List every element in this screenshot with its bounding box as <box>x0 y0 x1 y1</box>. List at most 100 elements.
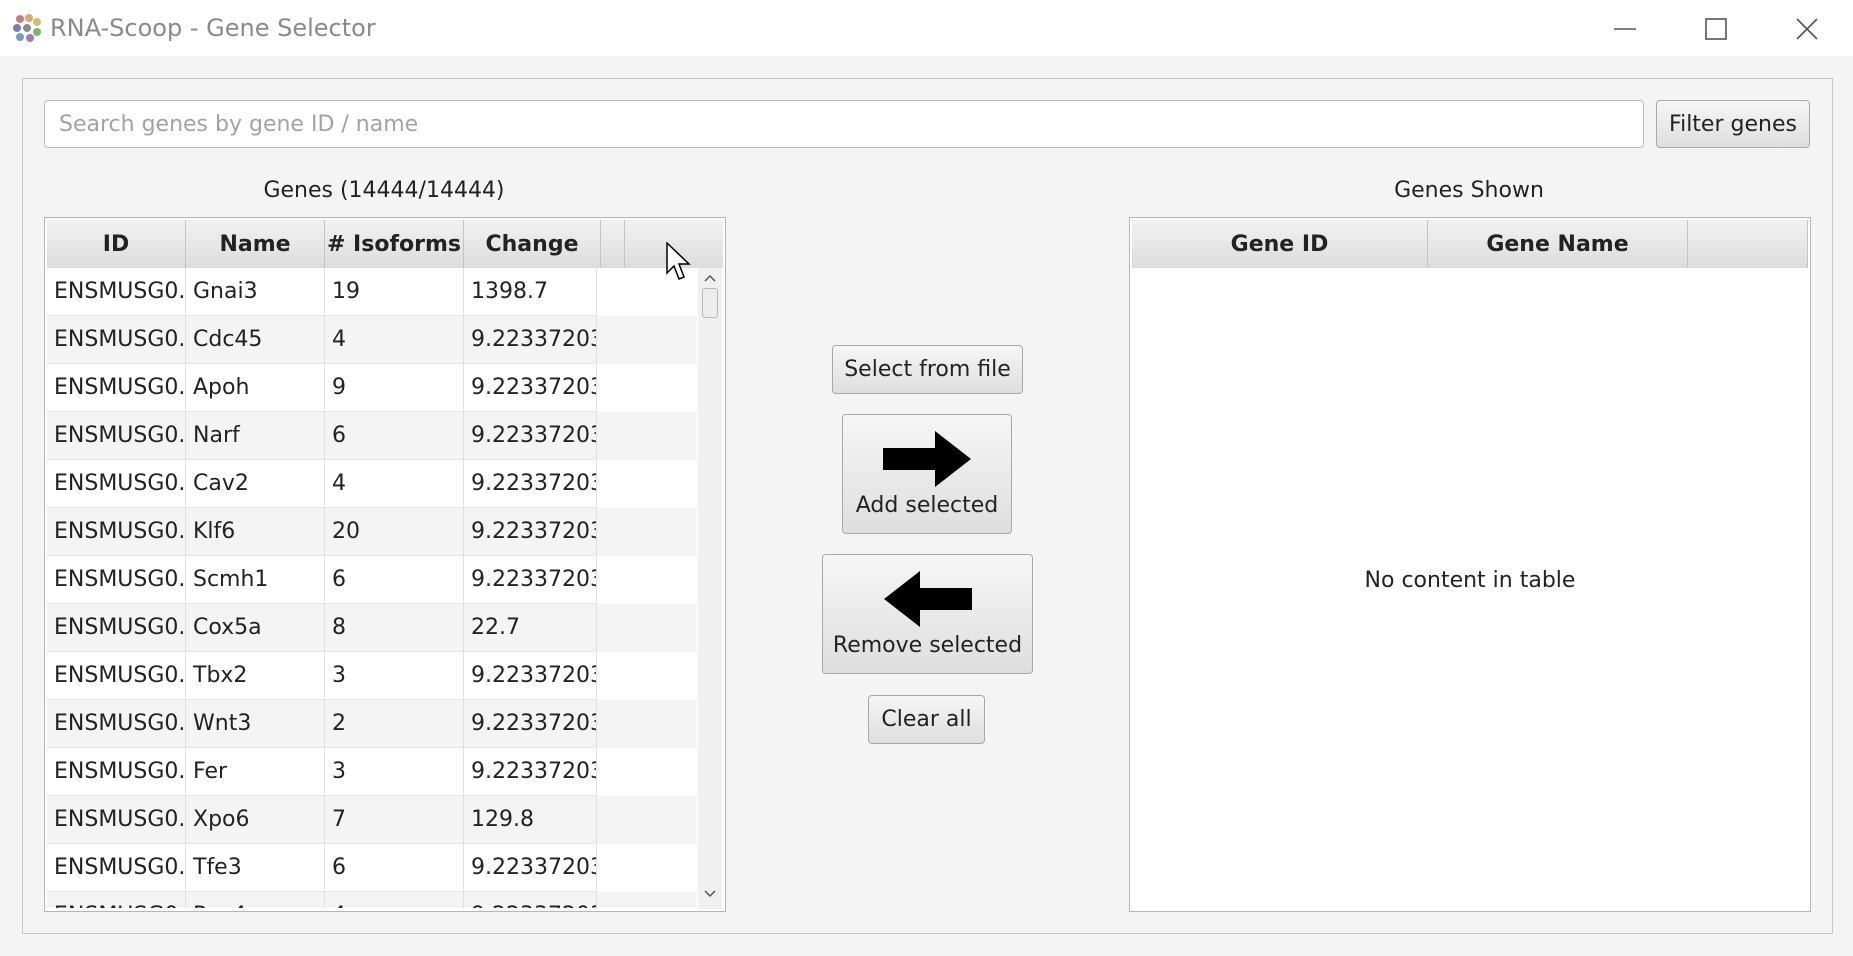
cell-isoforms: 3 <box>325 748 464 796</box>
table-row[interactable]: ENSMUSG0...Scmh169.22337203... <box>47 556 697 604</box>
mouse-cursor-icon <box>666 242 691 280</box>
cell-id: ENSMUSG0... <box>47 652 186 700</box>
select-from-file-button[interactable]: Select from file <box>832 345 1023 394</box>
cell-isoforms: 7 <box>325 796 464 844</box>
close-icon <box>1796 18 1818 40</box>
column-header-filler <box>601 220 625 268</box>
scroll-down-icon[interactable] <box>702 888 718 900</box>
genes-shown-header: Gene ID Gene Name <box>1132 220 1808 268</box>
empty-table-message: No content in table <box>1364 568 1576 593</box>
cell-change: 9.22337203... <box>464 508 597 556</box>
cell-change: 9.22337203... <box>464 412 597 460</box>
cell-id: ENSMUSG0... <box>47 508 186 556</box>
cell-isoforms: 2 <box>325 700 464 748</box>
column-header-change[interactable]: Change <box>464 220 601 268</box>
cell-change: 9.22337203... <box>464 556 597 604</box>
cell-name: Pcp4 <box>186 892 325 908</box>
table-row[interactable]: ENSMUSG0...Cdc4549.22337203... <box>47 316 697 364</box>
cell-isoforms: 8 <box>325 604 464 652</box>
maximize-button[interactable] <box>1685 8 1745 48</box>
cell-change: 22.7 <box>464 604 597 652</box>
scroll-thumb[interactable] <box>702 288 718 318</box>
genes-shown-table: Gene ID Gene Name No content in table <box>1129 217 1811 912</box>
arrow-left-icon <box>883 570 972 627</box>
add-selected-label: Add selected <box>855 492 999 518</box>
filter-genes-button[interactable]: Filter genes <box>1656 100 1810 148</box>
cell-name: Tbx2 <box>186 652 325 700</box>
cell-change: 9.22337203... <box>464 748 597 796</box>
cell-id: ENSMUSG0... <box>47 892 186 908</box>
gene-search-input[interactable] <box>44 100 1644 148</box>
column-header-name[interactable]: Name <box>186 220 325 268</box>
window-title: RNA-Scoop - Gene Selector <box>50 14 376 42</box>
cell-id: ENSMUSG0... <box>47 316 186 364</box>
arrow-right-icon <box>883 430 971 487</box>
add-selected-button[interactable]: Add selected <box>842 414 1012 534</box>
table-row[interactable]: ENSMUSG0...Klf6209.22337203... <box>47 508 697 556</box>
cell-id: ENSMUSG0... <box>47 796 186 844</box>
cell-change: 9.22337203... <box>464 316 597 364</box>
cell-name: Wnt3 <box>186 700 325 748</box>
column-header-gene-name[interactable]: Gene Name <box>1428 220 1688 268</box>
minimize-icon <box>1614 28 1636 30</box>
cell-id: ENSMUSG0... <box>47 364 186 412</box>
cell-name: Cdc45 <box>186 316 325 364</box>
table-row[interactable]: ENSMUSG0...Tbx239.22337203... <box>47 652 697 700</box>
minimize-button[interactable] <box>1594 8 1654 48</box>
cell-name: Klf6 <box>186 508 325 556</box>
cell-id: ENSMUSG0... <box>47 460 186 508</box>
table-row[interactable]: ENSMUSG0...Tfe369.22337203... <box>47 844 697 892</box>
remove-selected-button[interactable]: Remove selected <box>822 554 1033 674</box>
table-row[interactable]: ENSMUSG0... Cox5a 8 22.7 <box>47 604 697 652</box>
cell-isoforms: 3 <box>325 652 464 700</box>
table-row[interactable]: ENSMUSG0... Xpo6 7 129.8 <box>47 796 697 844</box>
cell-id: ENSMUSG0... <box>47 748 186 796</box>
table-row[interactable]: ENSMUSG0...Narf69.22337203... <box>47 412 697 460</box>
genes-table-body: ENSMUSG0... Gnai3 19 1398.7 ENSMUSG0... Cdc45… <box>47 268 697 908</box>
cell-name: Scmh1 <box>186 556 325 604</box>
title-bar: RNA-Scoop - Gene Selector <box>0 0 1853 56</box>
close-button[interactable] <box>1776 8 1836 48</box>
column-header-gene-id[interactable]: Gene ID <box>1132 220 1428 268</box>
remove-selected-label: Remove selected <box>832 632 1023 658</box>
cell-isoforms: 6 <box>325 412 464 460</box>
cell-name: Narf <box>186 412 325 460</box>
column-header-isoforms[interactable]: # Isoforms <box>325 220 464 268</box>
table-row[interactable]: ENSMUSG0... Gnai3 19 1398.7 <box>47 268 697 316</box>
cell-isoforms: 4 <box>325 460 464 508</box>
cell-change: 1398.7 <box>464 268 597 316</box>
cell-isoforms: 9 <box>325 364 464 412</box>
genes-table-caption: Genes (14444/14444) <box>263 178 505 203</box>
column-header-id[interactable]: ID <box>47 220 186 268</box>
cell-name: Tfe3 <box>186 844 325 892</box>
genes-table: ID Name # Isoforms Change ENSMUSG0... Gna… <box>44 217 726 912</box>
cell-id: ENSMUSG0... <box>47 604 186 652</box>
table-row[interactable]: ENSMUSG0...Fer39.22337203... <box>47 748 697 796</box>
cell-change: 9.22337203... <box>464 892 597 908</box>
scroll-up-icon[interactable] <box>702 272 718 284</box>
cell-isoforms: 20 <box>325 508 464 556</box>
cell-name: Cav2 <box>186 460 325 508</box>
clear-all-button[interactable]: Clear all <box>868 695 985 744</box>
cell-name: Apoh <box>186 364 325 412</box>
genes-table-scrollbar[interactable] <box>698 268 722 909</box>
cell-id: ENSMUSG0... <box>47 268 186 316</box>
cell-id: ENSMUSG0... <box>47 844 186 892</box>
cell-id: ENSMUSG0... <box>47 700 186 748</box>
cell-change: 9.22337203... <box>464 844 597 892</box>
cell-isoforms: 6 <box>325 556 464 604</box>
cell-name: Gnai3 <box>186 268 325 316</box>
cell-change: 129.8 <box>464 796 597 844</box>
table-row[interactable]: ENSMUSG0...Apoh99.22337203... <box>47 364 697 412</box>
maximize-icon <box>1705 18 1727 40</box>
cell-isoforms: 4 <box>325 892 464 908</box>
column-header-extra <box>1688 220 1808 268</box>
table-row[interactable]: ENSMUSG0...Pcp449.22337203... <box>47 892 697 908</box>
genes-table-header: ID Name # Isoforms Change <box>47 220 723 268</box>
table-row[interactable]: ENSMUSG0...Cav249.22337203... <box>47 460 697 508</box>
cell-change: 9.22337203... <box>464 700 597 748</box>
table-row[interactable]: ENSMUSG0...Wnt329.22337203... <box>47 700 697 748</box>
cell-isoforms: 4 <box>325 316 464 364</box>
cell-id: ENSMUSG0... <box>47 412 186 460</box>
cell-isoforms: 6 <box>325 844 464 892</box>
